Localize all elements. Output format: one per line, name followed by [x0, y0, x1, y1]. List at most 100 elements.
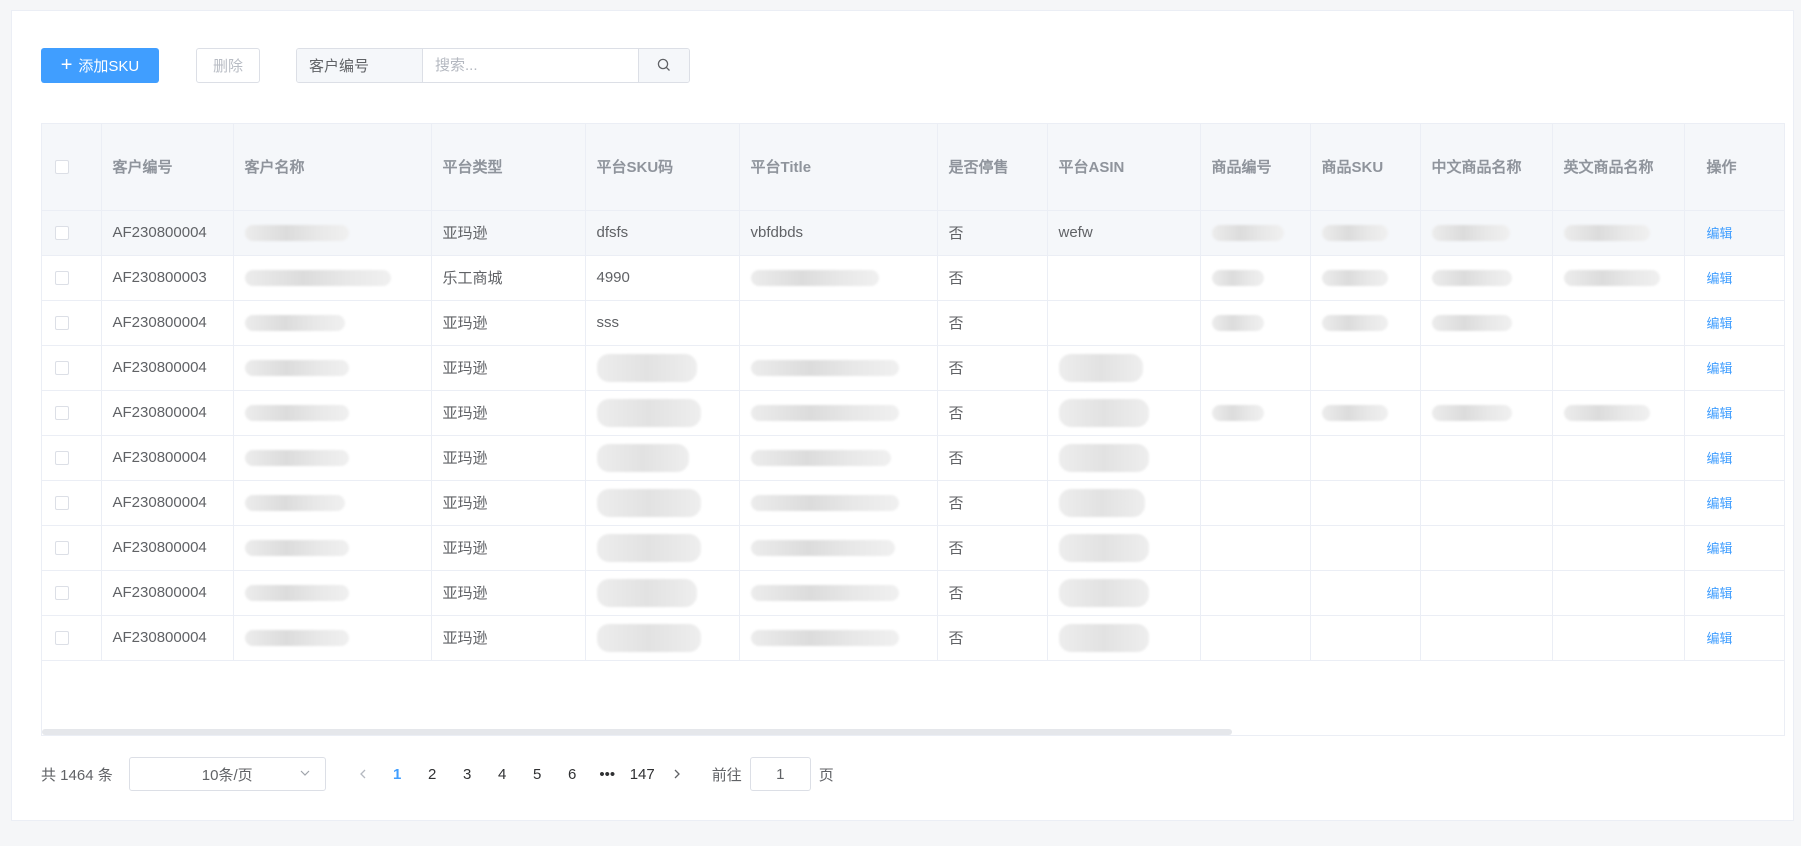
- cell-asin: [1047, 300, 1201, 346]
- cell-platform: 亚玛逊: [431, 435, 586, 481]
- page-number-button[interactable]: 4: [485, 766, 520, 783]
- redacted-content: [244, 315, 345, 332]
- cell-en-name: [1552, 615, 1685, 661]
- edit-link[interactable]: 编辑: [1707, 406, 1733, 421]
- redacted-content: [244, 225, 349, 242]
- column-header[interactable]: 英文商品名称: [1552, 124, 1685, 211]
- cell-stopped: 否: [937, 570, 1048, 616]
- page-number-button[interactable]: 147: [625, 766, 660, 783]
- column-header[interactable]: 平台SKU码: [585, 124, 740, 211]
- column-header[interactable]: 商品编号: [1200, 124, 1311, 211]
- column-header[interactable]: 客户名称: [233, 124, 432, 211]
- pagination: 共 1464 条 10条/页 123456•••147 前往 页: [41, 757, 834, 791]
- edit-link[interactable]: 编辑: [1707, 541, 1733, 556]
- prev-page-button[interactable]: [346, 768, 380, 780]
- redacted-content: [1431, 225, 1510, 242]
- column-header[interactable]: 平台类型: [431, 124, 586, 211]
- page-number-button[interactable]: 3: [450, 766, 485, 783]
- row-checkbox[interactable]: [55, 451, 69, 466]
- select-all-checkbox[interactable]: [55, 160, 69, 175]
- cell-stopped: 否: [937, 390, 1048, 436]
- row-checkbox[interactable]: [55, 271, 69, 286]
- cell-platform: 亚玛逊: [431, 210, 586, 256]
- cell-platform-sku: [585, 390, 740, 436]
- table-row[interactable]: AF230800004 亚玛逊 否 编辑: [42, 435, 1784, 481]
- cell-cn-name: [1420, 615, 1553, 661]
- table-row[interactable]: AF230800003 乐工商城 4990 否 编辑: [42, 255, 1784, 301]
- cell-product-no: [1200, 525, 1311, 571]
- table-row[interactable]: AF230800004 亚玛逊 否 编辑: [42, 345, 1784, 391]
- cell-platform-title: [739, 570, 938, 616]
- search-button[interactable]: [639, 48, 689, 82]
- row-checkbox[interactable]: [55, 361, 69, 376]
- cell-stopped: 否: [937, 345, 1048, 391]
- cell-platform-title: [739, 345, 938, 391]
- row-checkbox[interactable]: [55, 316, 69, 331]
- cell-product-no: [1200, 345, 1311, 391]
- more-pages-button[interactable]: •••: [590, 766, 625, 783]
- cell-product-sku: [1310, 390, 1421, 436]
- column-header[interactable]: 中文商品名称: [1420, 124, 1553, 211]
- cell-product-sku: [1310, 570, 1421, 616]
- table-row[interactable]: AF230800004 亚玛逊 否 编辑: [42, 390, 1784, 436]
- edit-link[interactable]: 编辑: [1707, 631, 1733, 646]
- cell-platform: 亚玛逊: [431, 615, 586, 661]
- table-row[interactable]: AF230800004 亚玛逊 否 编辑: [42, 615, 1784, 661]
- row-checkbox[interactable]: [55, 406, 69, 421]
- edit-link[interactable]: 编辑: [1707, 361, 1733, 376]
- column-header[interactable]: 平台ASIN: [1047, 124, 1201, 211]
- add-sku-button[interactable]: + 添加SKU: [41, 47, 159, 83]
- edit-link[interactable]: 编辑: [1707, 316, 1733, 331]
- redacted-content: [1058, 488, 1145, 517]
- row-checkbox[interactable]: [55, 496, 69, 511]
- cell-platform-sku: sss: [585, 300, 740, 346]
- edit-link[interactable]: 编辑: [1707, 586, 1733, 601]
- cell-customer-no: AF230800004: [101, 570, 234, 616]
- cell-product-no: [1200, 615, 1311, 661]
- page-size-select[interactable]: 10条/页: [128, 757, 326, 791]
- edit-link[interactable]: 编辑: [1707, 226, 1733, 241]
- row-checkbox[interactable]: [55, 586, 69, 601]
- redacted-content: [596, 623, 701, 652]
- edit-link[interactable]: 编辑: [1707, 271, 1733, 286]
- column-header[interactable]: 商品SKU: [1310, 124, 1421, 211]
- search-field-select[interactable]: 客户编号: [297, 48, 423, 82]
- cell-platform: 亚玛逊: [431, 480, 586, 526]
- table-row[interactable]: AF230800004 亚玛逊 sss 否 编辑: [42, 300, 1784, 346]
- redacted-content: [750, 450, 891, 467]
- horizontal-scrollbar[interactable]: [42, 729, 1232, 735]
- goto-page-input[interactable]: [749, 757, 811, 791]
- page-number-button[interactable]: 1: [380, 766, 415, 783]
- redacted-content: [1058, 533, 1149, 562]
- edit-link[interactable]: 编辑: [1707, 496, 1733, 511]
- redacted-content: [244, 540, 349, 557]
- row-checkbox[interactable]: [55, 631, 69, 646]
- delete-button[interactable]: 删除: [196, 47, 260, 83]
- table-row[interactable]: AF230800004 亚玛逊 dfsfs vbfdbds 否 wefw 编辑: [42, 210, 1784, 256]
- row-checkbox[interactable]: [55, 541, 69, 556]
- column-header[interactable]: 是否停售: [937, 124, 1048, 211]
- column-header[interactable]: 平台Title: [739, 124, 938, 211]
- page-number-button[interactable]: 5: [520, 766, 555, 783]
- search-input[interactable]: [423, 48, 639, 82]
- table-row[interactable]: AF230800004 亚玛逊 否 编辑: [42, 480, 1784, 526]
- cell-product-sku: [1310, 615, 1421, 661]
- redacted-content: [1211, 270, 1264, 287]
- table-row[interactable]: AF230800004 亚玛逊 否 编辑: [42, 525, 1784, 571]
- cell-platform-title: [739, 615, 938, 661]
- cell-cn-name: [1420, 570, 1553, 616]
- page-number-button[interactable]: 2: [415, 766, 450, 783]
- cell-cn-name: [1420, 480, 1553, 526]
- column-header[interactable]: 客户编号: [101, 124, 234, 211]
- cell-customer-no: AF230800004: [101, 300, 234, 346]
- main-card: + 添加SKU 删除 客户编号 客户编号 客户名称 平台类型 平台SKU码: [11, 10, 1794, 821]
- next-page-button[interactable]: [660, 768, 694, 780]
- redacted-content: [1563, 270, 1660, 287]
- row-checkbox[interactable]: [55, 226, 69, 241]
- goto-page: 前往 页: [712, 757, 834, 791]
- redacted-content: [750, 405, 899, 422]
- redacted-content: [750, 540, 895, 557]
- table-row[interactable]: AF230800004 亚玛逊 否 编辑: [42, 570, 1784, 616]
- page-number-button[interactable]: 6: [555, 766, 590, 783]
- edit-link[interactable]: 编辑: [1707, 451, 1733, 466]
